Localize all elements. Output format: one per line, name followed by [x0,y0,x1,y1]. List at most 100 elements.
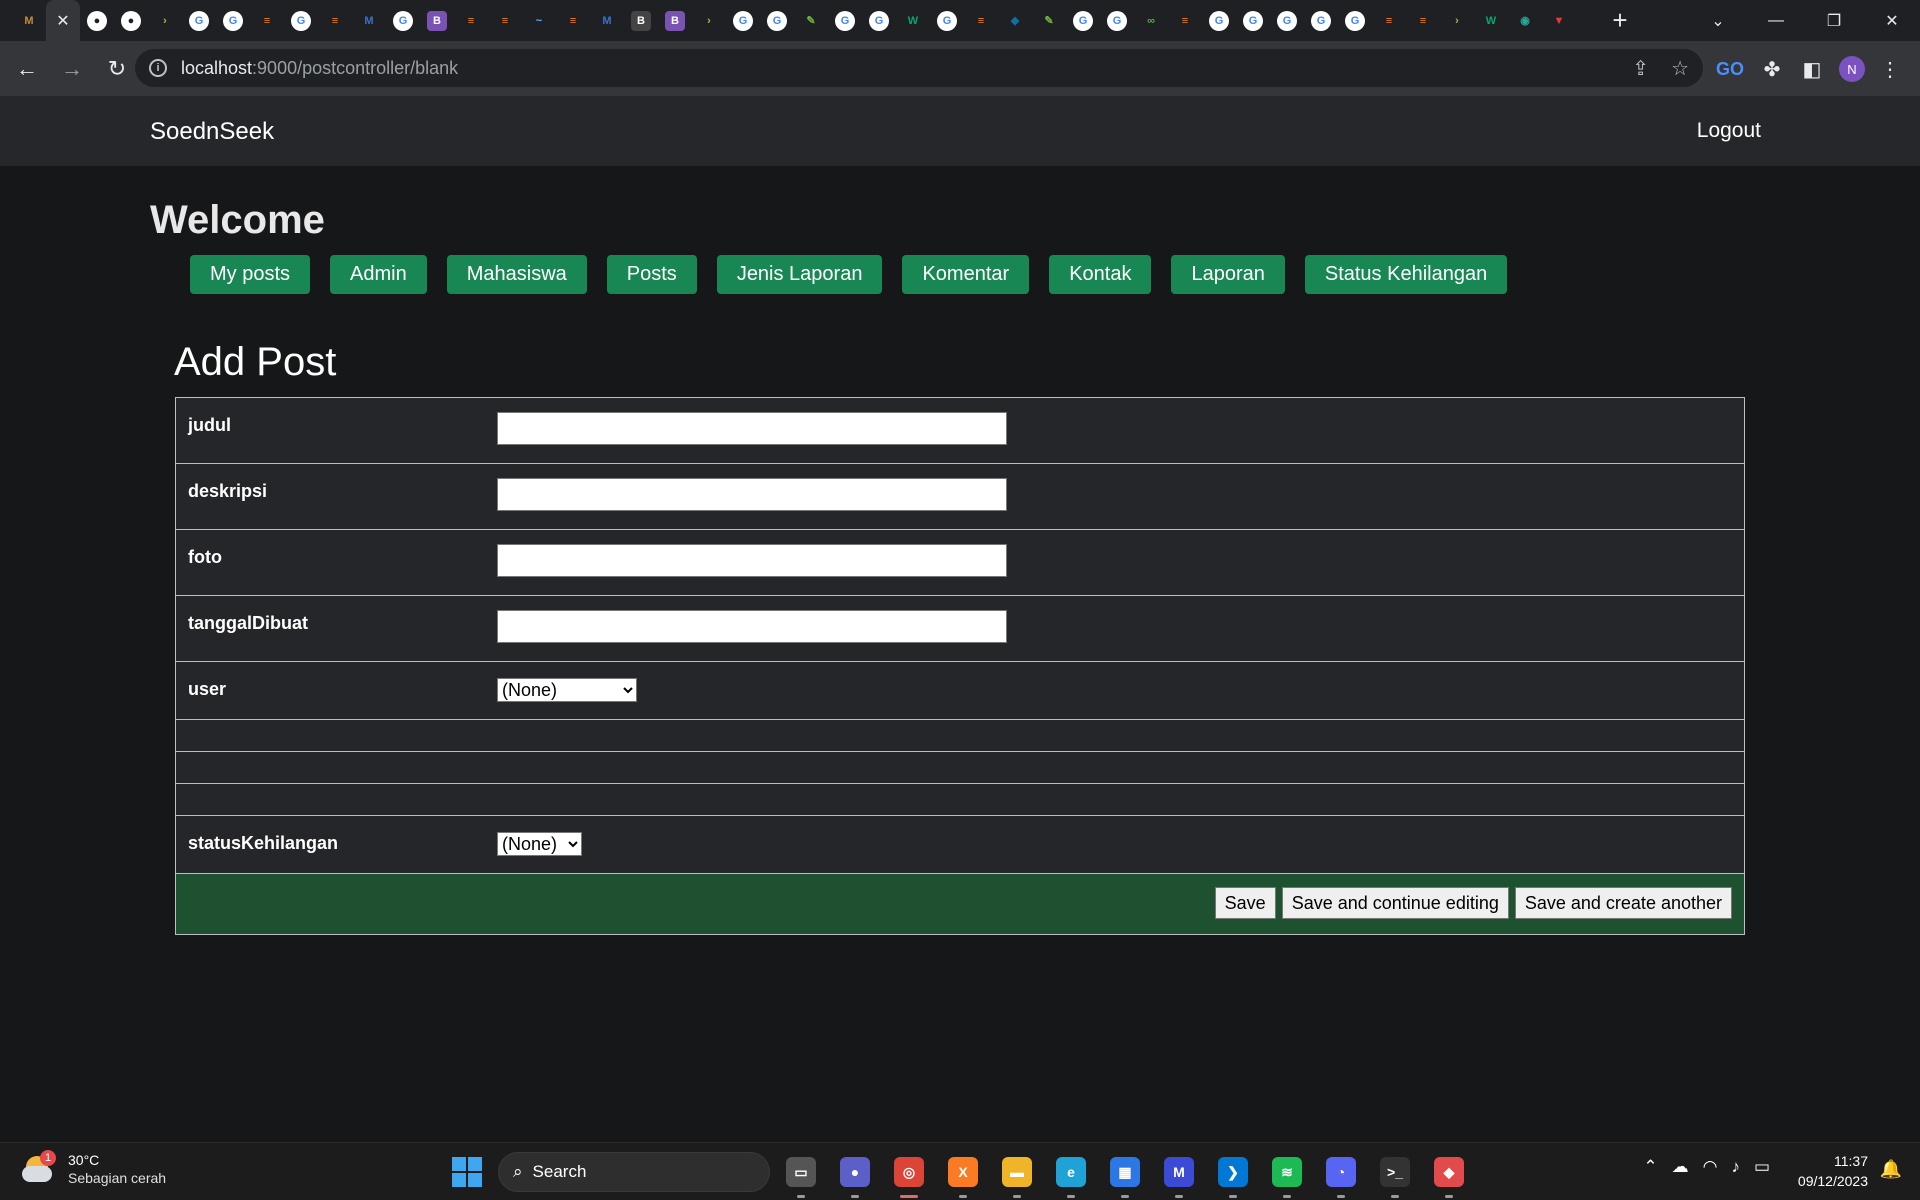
save-button[interactable]: Save [1214,887,1276,919]
notification-bell-icon[interactable]: 🔔 [1880,1159,1902,1180]
browser-tab[interactable]: G [1066,0,1100,41]
browser-tab[interactable]: G [216,0,250,41]
foto-input[interactable] [497,544,1007,577]
forward-button[interactable]: → [54,51,90,87]
close-window-button[interactable]: ✕ [1864,0,1920,41]
browser-tab[interactable]: B [420,0,454,41]
browser-tab[interactable]: ◆ [998,0,1032,41]
logout-link[interactable]: Logout [1697,119,1761,143]
address-bar[interactable]: i localhost:9000/postcontroller/blank ⇪ … [135,49,1703,87]
vscode-icon[interactable]: ❯ [1210,1149,1256,1198]
edge-icon[interactable]: e [1048,1149,1094,1198]
taskbar-search[interactable]: ⌕ Search [498,1152,770,1192]
file-explorer-icon[interactable]: ▬ [994,1149,1040,1198]
menu-button-admin[interactable]: Admin [330,255,427,294]
discord-icon[interactable]: ◔ [1318,1149,1364,1198]
site-info-icon[interactable]: i [149,59,167,77]
url-text[interactable]: localhost:9000/postcontroller/blank [181,58,458,79]
app-icon[interactable]: M [1156,1149,1202,1198]
browser-tab[interactable]: G [1100,0,1134,41]
browser-tab[interactable]: G [828,0,862,41]
active-tab[interactable]: ✕ [46,0,80,41]
browser-tab[interactable]: ▼ [1542,0,1576,41]
close-icon[interactable]: ✕ [56,11,69,31]
browser-tab[interactable]: › [692,0,726,41]
browser-tab[interactable]: ≡ [454,0,488,41]
extensions-puzzle-icon[interactable]: ✤ [1754,51,1790,87]
browser-tab[interactable]: G [1338,0,1372,41]
menu-button-mahasiswa[interactable]: Mahasiswa [446,255,587,294]
back-button[interactable]: ← [9,51,45,87]
browser-tab[interactable]: G [1202,0,1236,41]
browser-tab[interactable]: M [12,0,46,41]
menu-button-kontak[interactable]: Kontak [1049,255,1152,294]
browser-tab[interactable]: ≡ [964,0,998,41]
brand-link[interactable]: SoednSeek [150,118,274,146]
browser-tab[interactable]: B [624,0,658,41]
user-select[interactable]: (None) [497,678,637,702]
xampp-icon[interactable]: X [940,1149,986,1198]
menu-button-jenis-laporan[interactable]: Jenis Laporan [716,255,883,294]
browser-tab[interactable]: G [182,0,216,41]
browser-tab[interactable]: G [1304,0,1338,41]
task-view-icon[interactable]: ▭ [778,1149,824,1198]
menu-button-my-posts[interactable]: My posts [190,255,311,294]
weather-widget[interactable]: 1 30°C Sebagian cerah [22,1150,166,1187]
browser-tab[interactable]: B [658,0,692,41]
bookmark-star-icon[interactable]: ☆ [1671,56,1689,81]
browser-tab[interactable]: ≡ [1168,0,1202,41]
browser-tab[interactable]: ✎ [1032,0,1066,41]
browser-tab[interactable]: G [930,0,964,41]
browser-tab[interactable]: M [352,0,386,41]
browser-tab[interactable]: ✎ [794,0,828,41]
spotify-icon[interactable]: ≋ [1264,1149,1310,1198]
browser-tab[interactable]: ◉ [1508,0,1542,41]
browser-tab[interactable]: ● [114,0,148,41]
judul-input[interactable] [497,412,1007,445]
browser-tab[interactable]: ∞ [1134,0,1168,41]
maximize-button[interactable]: ❐ [1806,0,1862,41]
menu-button-posts[interactable]: Posts [606,255,697,294]
reload-button[interactable]: ↻ [99,51,135,87]
browser-tab[interactable]: G [386,0,420,41]
browser-tab[interactable]: ≡ [1372,0,1406,41]
browser-tab[interactable]: G [284,0,318,41]
browser-tab[interactable]: › [148,0,182,41]
browser-tab[interactable]: ● [80,0,114,41]
share-icon[interactable]: ⇪ [1632,56,1649,81]
tanggal-dibuat-input[interactable] [497,610,1007,643]
browser-tab[interactable]: W [1474,0,1508,41]
browser-tab[interactable]: G [726,0,760,41]
tab-search-button[interactable]: ⌄ [1690,0,1746,41]
browser-tab[interactable]: ≡ [488,0,522,41]
terminal-icon[interactable]: >_ [1372,1149,1418,1198]
save-another-button[interactable]: Save and create another [1514,887,1732,919]
browser-tab[interactable]: W [896,0,930,41]
new-tab-button[interactable]: + [1600,0,1640,41]
battery-icon[interactable]: ▭ [1754,1157,1770,1177]
deskripsi-input[interactable] [497,478,1007,511]
microsoft-store-icon[interactable]: ▦ [1102,1149,1148,1198]
browser-menu-icon[interactable]: ⋮ [1872,51,1908,87]
browser-tab[interactable]: ≡ [250,0,284,41]
browser-tab[interactable]: G [760,0,794,41]
menu-button-status-kehilangan[interactable]: Status Kehilangan [1304,255,1508,294]
browser-tab[interactable]: ≡ [556,0,590,41]
menu-button-komentar[interactable]: Komentar [902,255,1030,294]
side-panel-icon[interactable]: ◧ [1794,51,1830,87]
windows-start-icon[interactable] [444,1149,490,1195]
browser-tab[interactable]: ≡ [1406,0,1440,41]
menu-button-laporan[interactable]: Laporan [1171,255,1285,294]
show-hidden-icons-icon[interactable]: ⌃ [1643,1157,1657,1177]
volume-icon[interactable]: ♪ [1731,1157,1740,1177]
wifi-icon[interactable]: ◠ [1703,1157,1718,1177]
browser-tab[interactable]: › [1440,0,1474,41]
profile-avatar[interactable]: N [1834,51,1870,87]
browser-tab[interactable]: M [590,0,624,41]
browser-tab[interactable]: G [862,0,896,41]
onedrive-icon[interactable]: ☁ [1672,1157,1689,1177]
taskbar-clock[interactable]: 11:37 09/12/2023 [1798,1151,1868,1191]
status-kehilangan-select[interactable]: (None) [497,832,582,856]
extension-go-icon[interactable]: GO [1712,51,1748,87]
teams-chat-icon[interactable]: ● [832,1149,878,1198]
